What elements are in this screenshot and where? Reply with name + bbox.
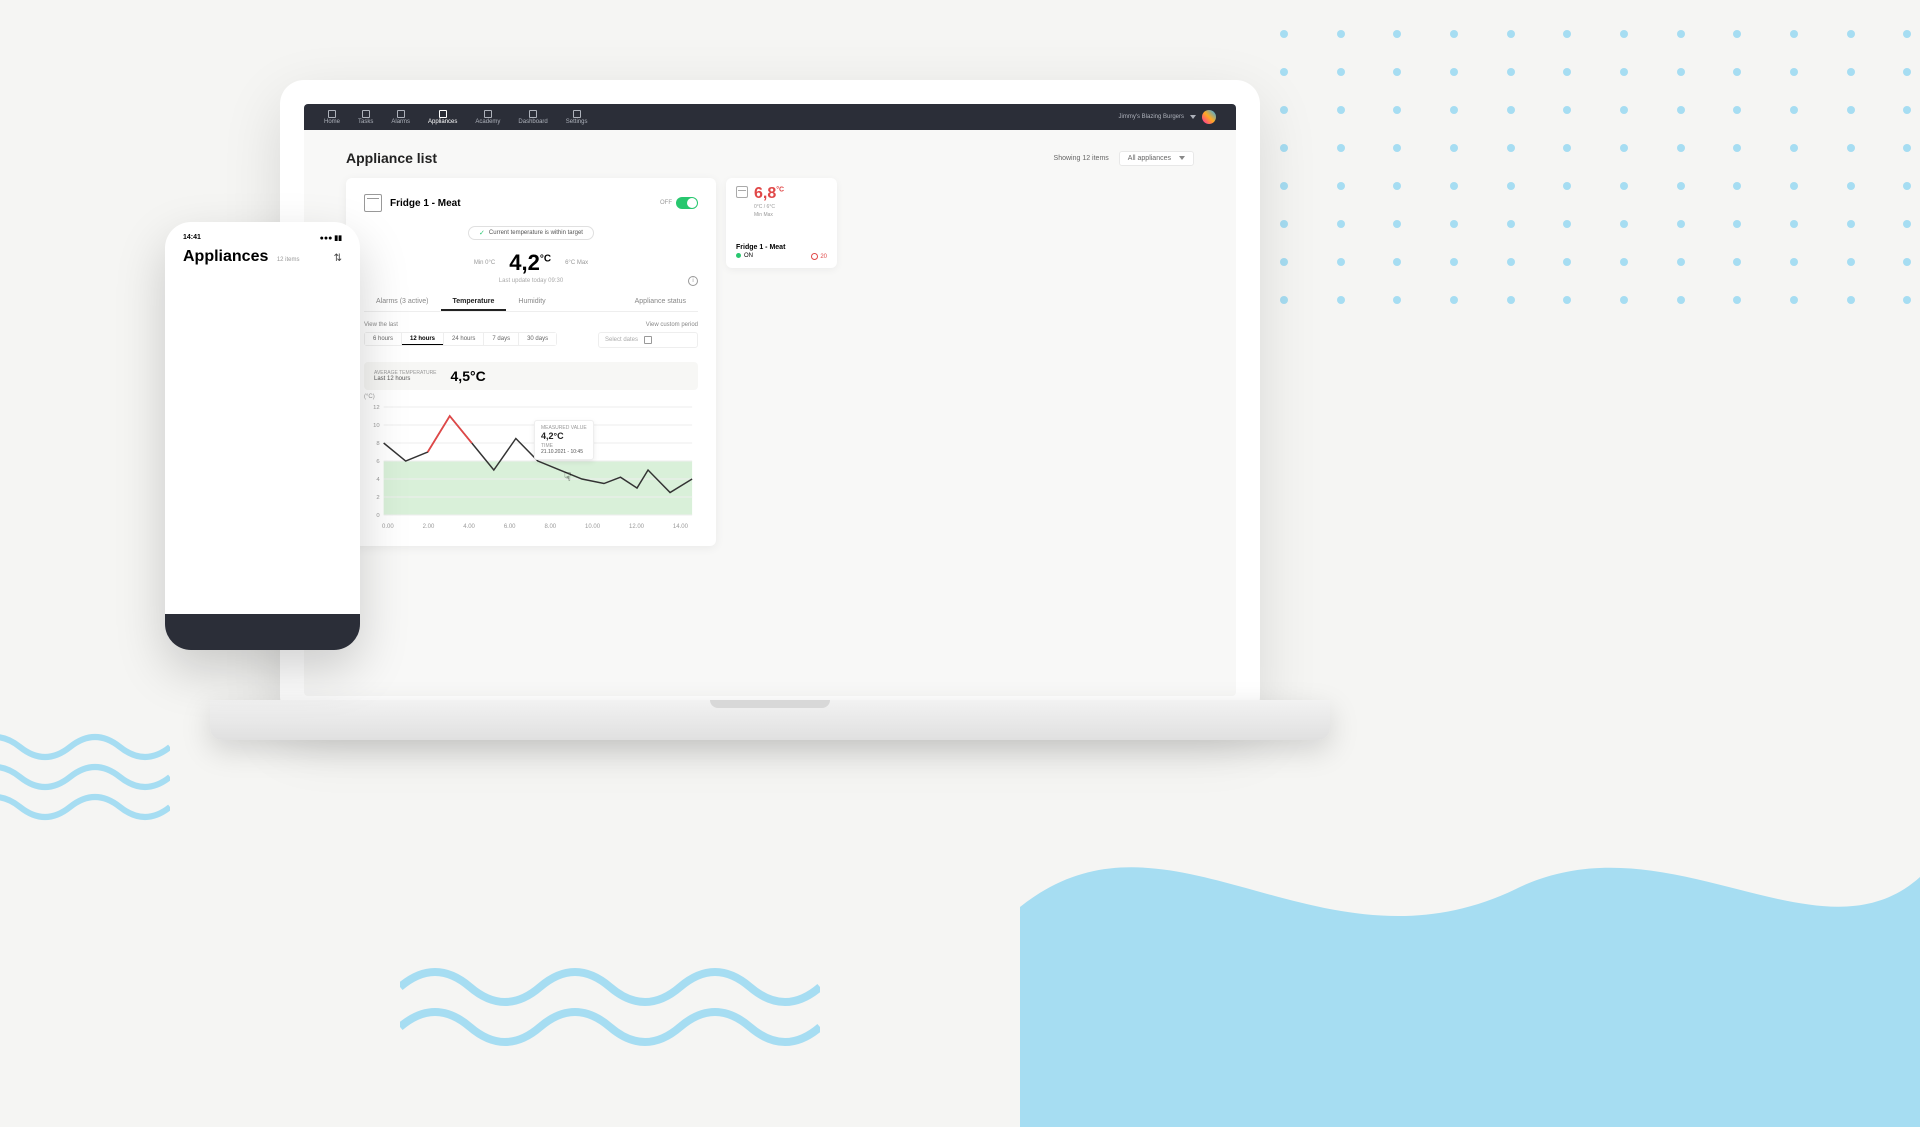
toggle-switch: [676, 197, 698, 209]
info-icon[interactable]: i: [688, 276, 698, 286]
svg-text:4: 4: [376, 477, 380, 483]
nav-icon: [484, 110, 492, 118]
nav-item-dashboard[interactable]: Dashboard: [518, 110, 547, 125]
status-pill: ✓ Current temperature is within target: [468, 226, 594, 240]
temperature-chart[interactable]: (°C) 024681012 MEASURED VALUE 4,2°C TIME…: [364, 394, 698, 530]
svg-text:10: 10: [373, 423, 380, 429]
power-toggle[interactable]: OFF: [660, 197, 698, 209]
account-name: Jimmy's Blazing Burgers: [1119, 114, 1185, 120]
period-button[interactable]: 12 hours: [401, 333, 443, 345]
nav-icon: [439, 110, 447, 118]
appliance-name: Fridge 1 - Meat: [390, 198, 461, 209]
nav-icon: [328, 110, 336, 118]
filter-value: All appliances: [1128, 155, 1171, 162]
tab-humidity[interactable]: Humidity: [506, 294, 557, 311]
check-icon: ✓: [479, 229, 485, 237]
chevron-down-icon: [1190, 115, 1196, 119]
phone-page-title: Appliances: [183, 248, 268, 265]
laptop-base: [210, 700, 1330, 740]
chart-tooltip: MEASURED VALUE 4,2°C TIME 21.10.2021 - 1…: [534, 420, 594, 460]
bg-wave: [1020, 727, 1920, 1127]
filter-dropdown[interactable]: All appliances: [1119, 151, 1194, 166]
current-temperature: 4,2°C: [509, 250, 551, 276]
svg-text:2: 2: [376, 495, 379, 501]
phone-tab-bar: [165, 614, 360, 650]
period-buttons: 6 hours12 hours24 hours7 days30 days: [364, 332, 557, 346]
avatar: [1202, 110, 1216, 124]
last-update: Last update today 09:30: [364, 278, 698, 284]
bg-wave-lines-center: [400, 957, 820, 1077]
tab-temperature[interactable]: Temperature: [441, 294, 507, 311]
bg-dot-grid: [1280, 30, 1920, 304]
nav-item-academy[interactable]: Academy: [475, 110, 500, 125]
oven-icon: [736, 186, 748, 198]
item-count: Showing 12 items: [1054, 155, 1109, 162]
appliance-detail-card: Fridge 1 - Meat OFF ✓ Current temperatur…: [346, 178, 716, 546]
cursor-icon: ☟: [564, 470, 571, 484]
nav-item-alarms[interactable]: Alarms: [391, 110, 410, 125]
svg-text:0: 0: [376, 513, 380, 519]
detail-tabs: Alarms (3 active) Temperature Humidity A…: [364, 294, 698, 312]
nav-item-appliances[interactable]: Appliances: [428, 110, 457, 125]
period-button[interactable]: 24 hours: [443, 333, 483, 345]
phone-frame: 14:41 ●●● ▮▮ Appliances 12 items ⇅: [165, 222, 360, 650]
svg-text:8: 8: [376, 441, 380, 447]
laptop-frame: Home Tasks Alarms Appliances Academy Dashboar…: [280, 80, 1260, 720]
nav-item-tasks[interactable]: Tasks: [358, 110, 373, 125]
laptop-screen: Home Tasks Alarms Appliances Academy Dashboar…: [304, 104, 1236, 696]
nav-item-settings[interactable]: Settings: [566, 110, 588, 125]
nav-icon: [529, 110, 537, 118]
alarm-badge[interactable]: 20: [811, 253, 827, 260]
tab-status[interactable]: Appliance status: [623, 294, 698, 311]
average-box: AVERAGE TEMPERATURE Last 12 hours 4,5°C: [364, 362, 698, 390]
nav-icon: [573, 110, 581, 118]
account-switcher[interactable]: Jimmy's Blazing Burgers: [1119, 110, 1217, 124]
period-button[interactable]: 7 days: [483, 333, 518, 345]
period-button[interactable]: 6 hours: [365, 333, 401, 345]
tab-alarms[interactable]: Alarms (3 active): [364, 294, 441, 311]
nav-item-home[interactable]: Home: [324, 110, 340, 125]
nav-icon: [362, 110, 370, 118]
phone-status-bar: 14:41 ●●● ▮▮: [175, 232, 350, 244]
appliance-card[interactable]: 6,8°C0°C / 6°CMin MaxFridge 1 - MeatON20: [726, 178, 837, 268]
bg-wave-lines-left: [0, 727, 170, 847]
calendar-icon: [644, 336, 652, 344]
custom-date-input[interactable]: Select dates: [598, 332, 698, 348]
filter-icon[interactable]: ⇅: [334, 253, 342, 264]
period-button[interactable]: 30 days: [518, 333, 556, 345]
chevron-down-icon: [1179, 156, 1185, 160]
appliance-cards-grid: 6,8°C0°C / 6°CMin MaxFridge 1 - MeatON20: [726, 178, 1194, 546]
nav-icon: [397, 110, 405, 118]
svg-text:12: 12: [373, 405, 380, 411]
top-navigation: Home Tasks Alarms Appliances Academy Dashboar…: [304, 104, 1236, 130]
svg-text:6: 6: [376, 459, 380, 465]
page-title: Appliance list: [346, 150, 437, 166]
fridge-icon: [364, 194, 382, 212]
